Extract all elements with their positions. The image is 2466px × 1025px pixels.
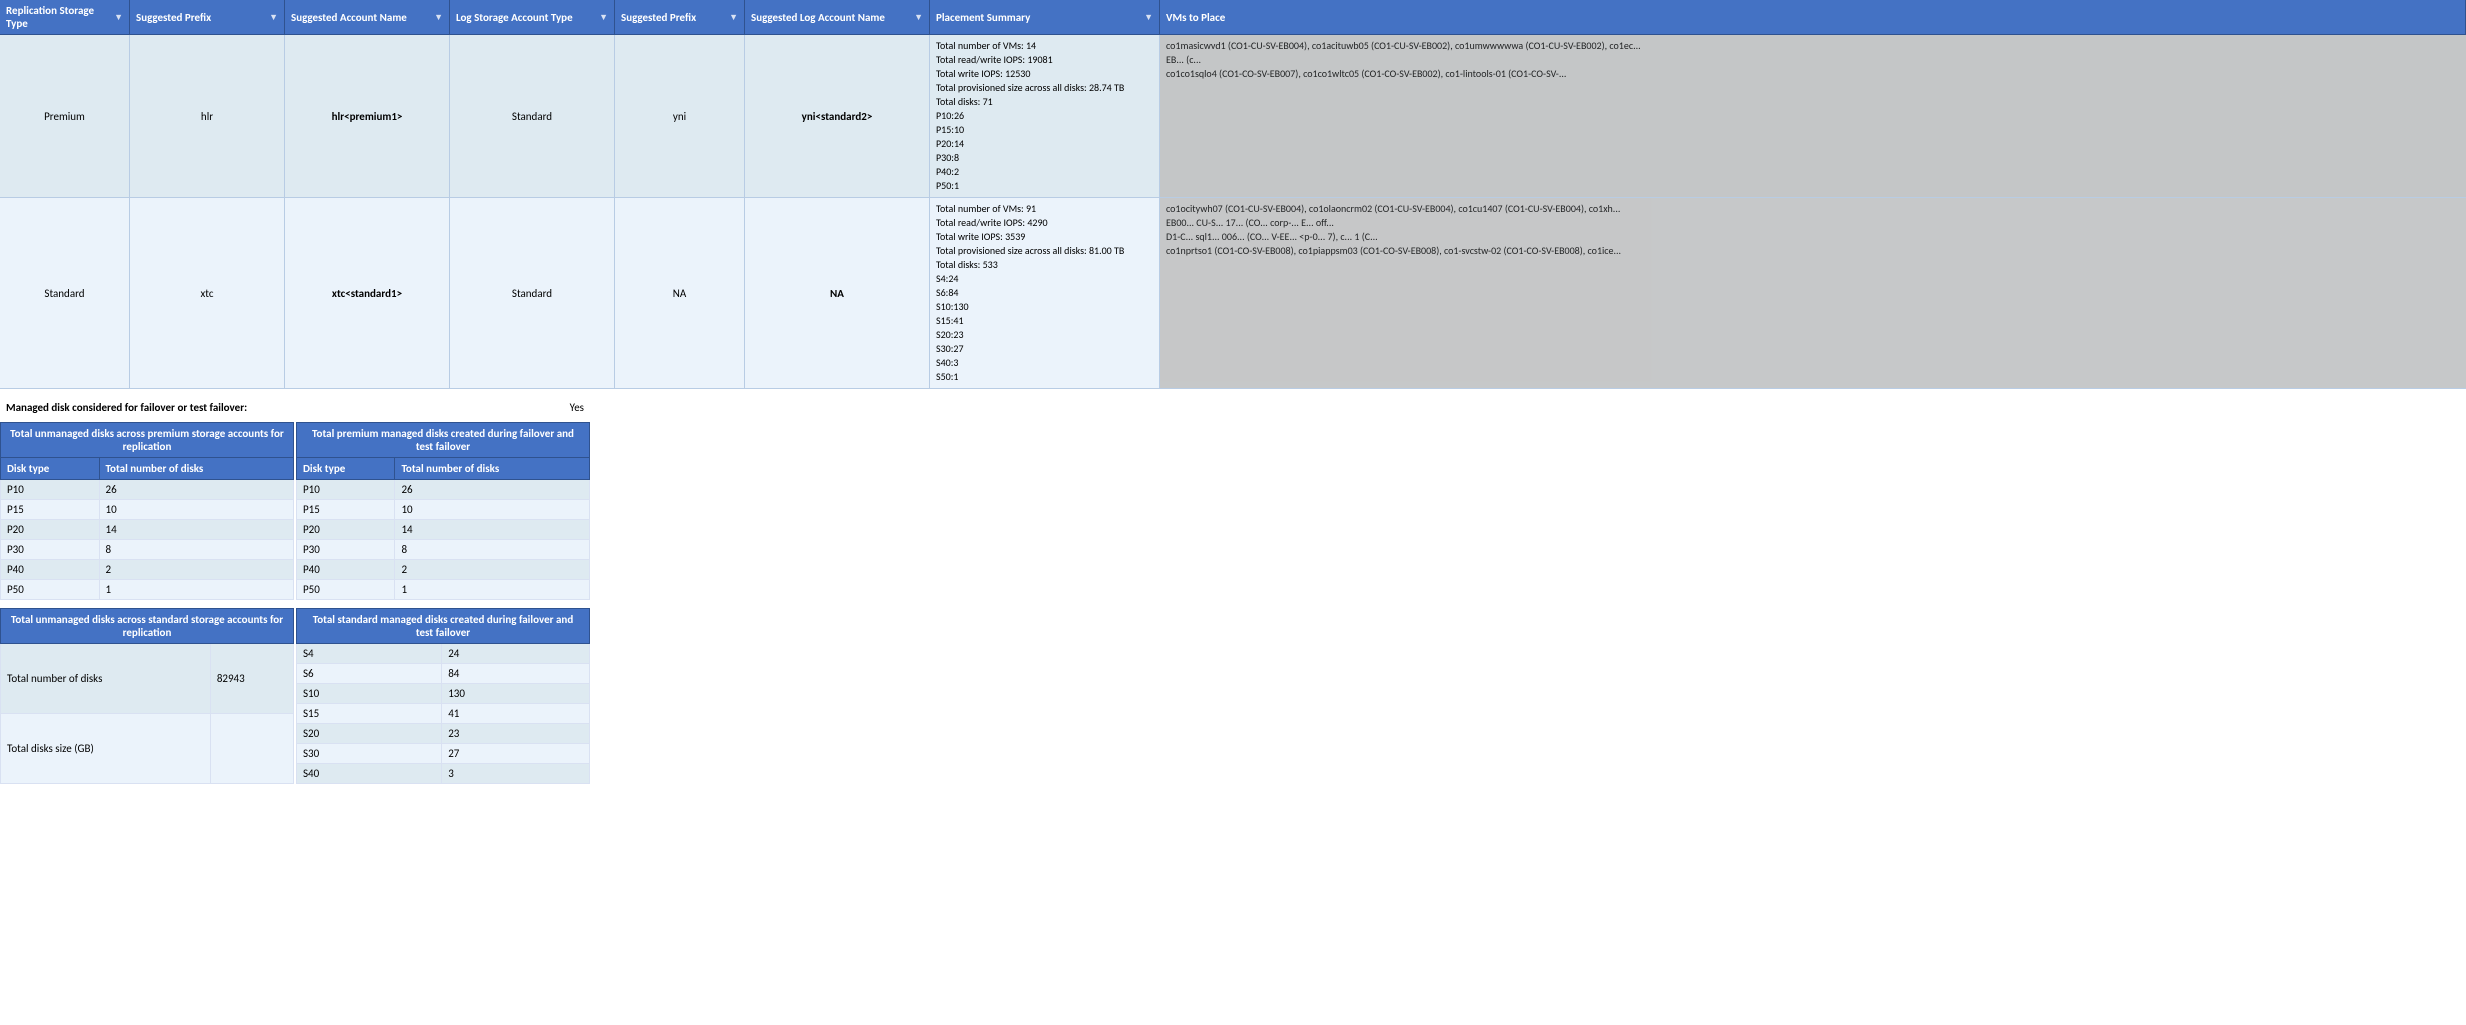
list-item: P1510 (1, 500, 294, 520)
cell-log-prefix-standard: NA (615, 198, 745, 388)
header-suggested-account-label: Suggested Account Name (291, 11, 407, 24)
premium-summary-tables: Total unmanaged disks across premium sto… (0, 422, 590, 600)
cell-replication-premium: Premium (0, 35, 130, 197)
filter-icon-log-storage[interactable]: ▼ (599, 12, 608, 23)
header-replication-label: Replication Storage Type (6, 4, 110, 30)
header-row: Replication Storage Type ▼ Suggested Pre… (0, 0, 2466, 35)
list-item: S403 (297, 764, 590, 784)
list-item: P402 (1, 560, 294, 580)
filter-icon-placement[interactable]: ▼ (1144, 12, 1153, 23)
header-placement[interactable]: Placement Summary ▼ (930, 0, 1160, 34)
list-item: S684 (297, 664, 590, 684)
list-item: S3027 (297, 744, 590, 764)
standard-managed-table: Total standard managed disks created dur… (296, 608, 590, 784)
header-log-account[interactable]: Suggested Log Account Name ▼ (745, 0, 930, 34)
list-item: P1026 (297, 480, 590, 500)
list-item: S424 (297, 644, 590, 664)
standard-managed-title: Total standard managed disks created dur… (297, 609, 590, 644)
col-disk-type-h2: Disk type (297, 458, 395, 480)
cell-account-standard: xtc<standard1> (285, 198, 450, 388)
cell-log-account-standard: NA (745, 198, 930, 388)
col-total-disks-h: Total number of disks (99, 458, 293, 480)
cell-log-type-standard: Standard (450, 198, 615, 388)
header-log-storage[interactable]: Log Storage Account Type ▼ (450, 0, 615, 34)
list-item: S10130 (297, 684, 590, 704)
list-item: Total number of disks82943 (1, 644, 294, 714)
header-log-storage-label: Log Storage Account Type (456, 11, 573, 24)
cell-account-premium: hlr<premium1> (285, 35, 450, 197)
spreadsheet-container: Replication Storage Type ▼ Suggested Pre… (0, 0, 2466, 389)
managed-disk-row: Managed disk considered for failover or … (0, 397, 590, 418)
list-item: P501 (297, 580, 590, 600)
premium-managed-table: Total premium managed disks created duri… (296, 422, 590, 600)
header-vms[interactable]: VMs to Place (1160, 0, 2466, 34)
placement-summary-standard: Total number of VMs: 91 Total read/write… (930, 198, 1160, 388)
cell-prefix-premium: hlr (130, 35, 285, 197)
managed-disk-label: Managed disk considered for failover or … (6, 401, 550, 414)
cell-replication-standard: Standard (0, 198, 130, 388)
table-row-standard: Standard xtc xtc<standard1> Standard NA … (0, 198, 2466, 389)
col-disk-type-h: Disk type (1, 458, 100, 480)
header-replication[interactable]: Replication Storage Type ▼ (0, 0, 130, 34)
list-item: P1510 (297, 500, 590, 520)
list-item: P2014 (297, 520, 590, 540)
header-suggested-prefix[interactable]: Suggested Prefix ▼ (130, 0, 285, 34)
header-placement-label: Placement Summary (936, 11, 1030, 24)
vms-standard: co1ocitywh07 (CO1-CU-SV-EB004), co1olaon… (1160, 198, 2466, 388)
cell-log-account-premium: yni<standard2> (745, 35, 930, 197)
header-suggested-account[interactable]: Suggested Account Name ▼ (285, 0, 450, 34)
header-vms-label: VMs to Place (1166, 11, 1225, 24)
filter-icon-log-prefix[interactable]: ▼ (729, 12, 738, 23)
vms-premium: co1masicwvd1 (CO1-CU-SV-EB004), co1acitu… (1160, 35, 2466, 197)
standard-summary-tables: Total unmanaged disks across standard st… (0, 608, 590, 784)
premium-unmanaged-table: Total unmanaged disks across premium sto… (0, 422, 294, 600)
standard-unmanaged-table: Total unmanaged disks across standard st… (0, 608, 294, 784)
placement-summary-premium: Total number of VMs: 14 Total read/write… (930, 35, 1160, 197)
list-item: P402 (297, 560, 590, 580)
list-item: P2014 (1, 520, 294, 540)
list-item: P308 (297, 540, 590, 560)
list-item: Total disks size (GB) (1, 714, 294, 784)
list-item: S2023 (297, 724, 590, 744)
cell-prefix-standard: xtc (130, 198, 285, 388)
header-log-account-label: Suggested Log Account Name (751, 11, 885, 24)
cell-log-prefix-premium: yni (615, 35, 745, 197)
list-item: P501 (1, 580, 294, 600)
header-suggested-prefix-label: Suggested Prefix (136, 11, 211, 24)
filter-icon-account[interactable]: ▼ (434, 12, 443, 23)
col-total-disks-h2: Total number of disks (395, 458, 590, 480)
standard-unmanaged-title: Total unmanaged disks across standard st… (1, 609, 294, 644)
cell-log-type-premium: Standard (450, 35, 615, 197)
header-log-prefix[interactable]: Suggested Prefix ▼ (615, 0, 745, 34)
table-row-premium: Premium hlr hlr<premium1> Standard yni y… (0, 35, 2466, 198)
premium-unmanaged-title: Total unmanaged disks across premium sto… (1, 423, 294, 458)
filter-icon-replication[interactable]: ▼ (114, 12, 123, 23)
header-log-prefix-label: Suggested Prefix (621, 11, 696, 24)
summary-section: Managed disk considered for failover or … (0, 397, 590, 784)
managed-disk-value: Yes (570, 401, 584, 414)
filter-icon-prefix[interactable]: ▼ (269, 12, 278, 23)
filter-icon-log-account[interactable]: ▼ (914, 12, 923, 23)
list-item: S1541 (297, 704, 590, 724)
premium-managed-title: Total premium managed disks created duri… (297, 423, 590, 458)
list-item: P308 (1, 540, 294, 560)
list-item: P1026 (1, 480, 294, 500)
